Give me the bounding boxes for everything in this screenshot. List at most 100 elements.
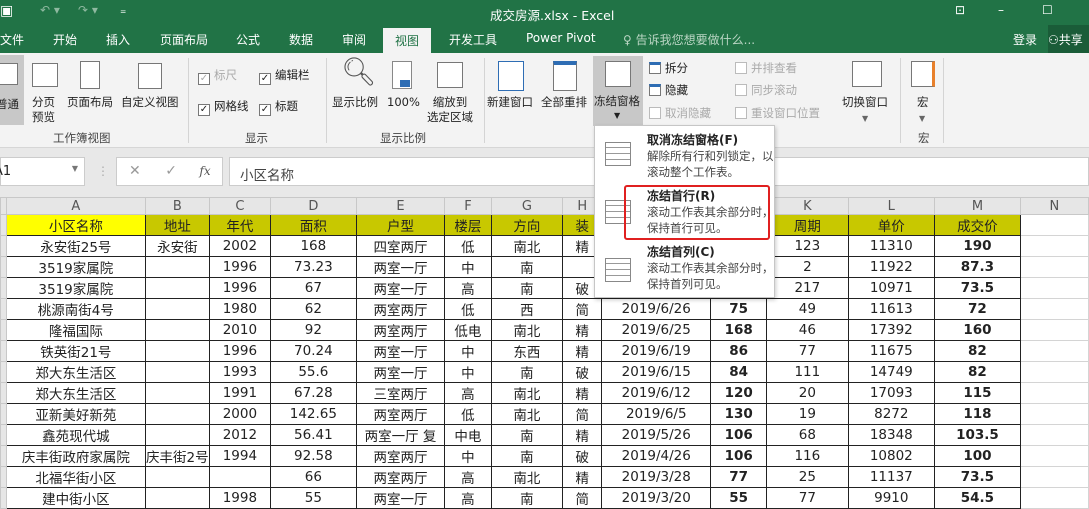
cell[interactable]: 南 (490, 277, 564, 299)
cell[interactable] (208, 466, 271, 488)
cell[interactable]: 2 (766, 256, 849, 278)
cell[interactable]: 西 (490, 298, 564, 320)
cell[interactable]: 2002 (208, 235, 271, 257)
redo-icon[interactable]: ↷ ▾ (78, 3, 98, 17)
tab-insert[interactable]: 插入 (106, 31, 130, 48)
cell[interactable]: 116 (766, 445, 849, 467)
cell[interactable] (1019, 235, 1089, 257)
header-cell[interactable]: 周期 (766, 214, 849, 236)
cell[interactable]: 郑大东生活区 (5, 361, 146, 383)
cell[interactable]: 118 (934, 403, 1021, 425)
cell[interactable]: 72 (934, 298, 1021, 320)
cell[interactable] (144, 466, 210, 488)
cell[interactable]: 123 (766, 235, 849, 257)
cell[interactable]: 11137 (847, 466, 936, 488)
cell[interactable]: 190 (934, 235, 1021, 257)
new-window-button[interactable]: 新建窗口 (487, 95, 533, 110)
tab-page-layout[interactable]: 页面布局 (160, 31, 208, 48)
cell[interactable]: 2019/5/26 (601, 424, 712, 446)
cell[interactable]: 92.58 (269, 445, 357, 467)
tab-review[interactable]: 审阅 (342, 31, 366, 48)
cell[interactable]: 两室一厅 (355, 361, 446, 383)
cell[interactable]: 东西 (490, 340, 564, 362)
cell[interactable]: 106 (710, 424, 768, 446)
cell[interactable]: 南 (490, 256, 564, 278)
zoom-button[interactable]: 显示比例 (332, 95, 378, 110)
cell[interactable]: 南北 (490, 319, 564, 341)
column-header[interactable]: M (934, 197, 1021, 215)
cell[interactable] (1019, 319, 1089, 341)
cell[interactable]: 10971 (847, 277, 936, 299)
cell[interactable]: 142.65 (269, 403, 357, 425)
cell[interactable]: 2019/4/26 (601, 445, 712, 467)
cell[interactable]: 庆丰街2号 (144, 445, 210, 467)
cell[interactable]: 168 (710, 319, 768, 341)
cell[interactable] (1019, 403, 1089, 425)
header-cell[interactable]: 成交价 (934, 214, 1021, 236)
minimize-icon[interactable]: – (998, 3, 1004, 17)
header-cell[interactable]: 小区名称 (5, 214, 146, 236)
cell[interactable]: 18348 (847, 424, 936, 446)
cell[interactable]: 20 (766, 382, 849, 404)
cell[interactable]: 精 (562, 319, 603, 341)
cell[interactable]: 1980 (208, 298, 271, 320)
cell[interactable]: 亚新美好新苑 (5, 403, 146, 425)
cell[interactable] (144, 382, 210, 404)
column-header[interactable]: A (5, 197, 146, 215)
cell[interactable] (144, 298, 210, 320)
reset-window-position-button[interactable]: 重设窗口位置 (735, 106, 820, 121)
cell[interactable]: 南 (490, 445, 564, 467)
header-cell[interactable]: 方向 (490, 214, 564, 236)
cell[interactable]: 1996 (208, 277, 271, 299)
header-cell[interactable]: 楼层 (444, 214, 492, 236)
cell[interactable]: 两室一厅 (355, 256, 446, 278)
cell[interactable]: 73.5 (934, 277, 1021, 299)
cell[interactable]: 低 (444, 235, 492, 257)
zoom-selection-button[interactable]: 缩放到 选定区域 (427, 95, 473, 125)
header-cell[interactable]: 面积 (269, 214, 357, 236)
cell[interactable]: 精 (562, 382, 603, 404)
cell[interactable]: 低电 (444, 319, 492, 341)
column-header[interactable]: N (1019, 197, 1089, 215)
cell[interactable]: 简 (562, 298, 603, 320)
cell[interactable]: 217 (766, 277, 849, 299)
cell[interactable]: 168 (269, 235, 357, 257)
cell[interactable]: 2019/3/20 (601, 487, 712, 509)
cell[interactable]: 160 (934, 319, 1021, 341)
share-button[interactable]: ⚇共享 (1048, 25, 1089, 53)
cell[interactable] (1019, 361, 1089, 383)
cell[interactable] (1019, 277, 1089, 299)
macros-button[interactable]: 宏 (917, 95, 929, 110)
cell[interactable]: 低 (444, 403, 492, 425)
cell[interactable] (144, 277, 210, 299)
cell[interactable]: 14749 (847, 361, 936, 383)
cell[interactable]: 低 (444, 298, 492, 320)
hide-button[interactable]: 隐藏 (649, 83, 688, 98)
cell[interactable] (144, 403, 210, 425)
tab-power-pivot[interactable]: Power Pivot (526, 31, 596, 45)
column-header[interactable]: K (766, 197, 849, 215)
cell[interactable]: 隆福国际 (5, 319, 146, 341)
menu-item-freeze-first-column[interactable]: 冻结首列(C) 滚动工作表其余部分时，保持首列可见。 (595, 242, 774, 298)
cell[interactable]: 2019/6/26 (601, 298, 712, 320)
cell[interactable]: 84 (710, 361, 768, 383)
cell[interactable]: 2000 (208, 403, 271, 425)
header-cell[interactable]: 年代 (208, 214, 271, 236)
column-header[interactable]: C (208, 197, 271, 215)
cell[interactable]: 120 (710, 382, 768, 404)
cell[interactable]: 11310 (847, 235, 936, 257)
switch-windows-button[interactable]: 切换窗口 (842, 95, 888, 110)
cell[interactable]: 111 (766, 361, 849, 383)
cell[interactable]: 四室两厅 (355, 235, 446, 257)
cell[interactable]: 2019/6/19 (601, 340, 712, 362)
cell[interactable]: 73.5 (934, 466, 1021, 488)
cell[interactable]: 两室一厅 复 (355, 424, 446, 446)
column-header[interactable]: B (144, 197, 210, 215)
column-header[interactable]: L (847, 197, 936, 215)
cell[interactable]: 高 (444, 277, 492, 299)
cell[interactable]: 精 (562, 424, 603, 446)
column-header[interactable]: E (355, 197, 446, 215)
cell[interactable]: 82 (934, 361, 1021, 383)
arrange-all-button[interactable]: 全部重排 (541, 95, 587, 110)
page-layout-button[interactable]: 页面布局 (67, 95, 113, 110)
